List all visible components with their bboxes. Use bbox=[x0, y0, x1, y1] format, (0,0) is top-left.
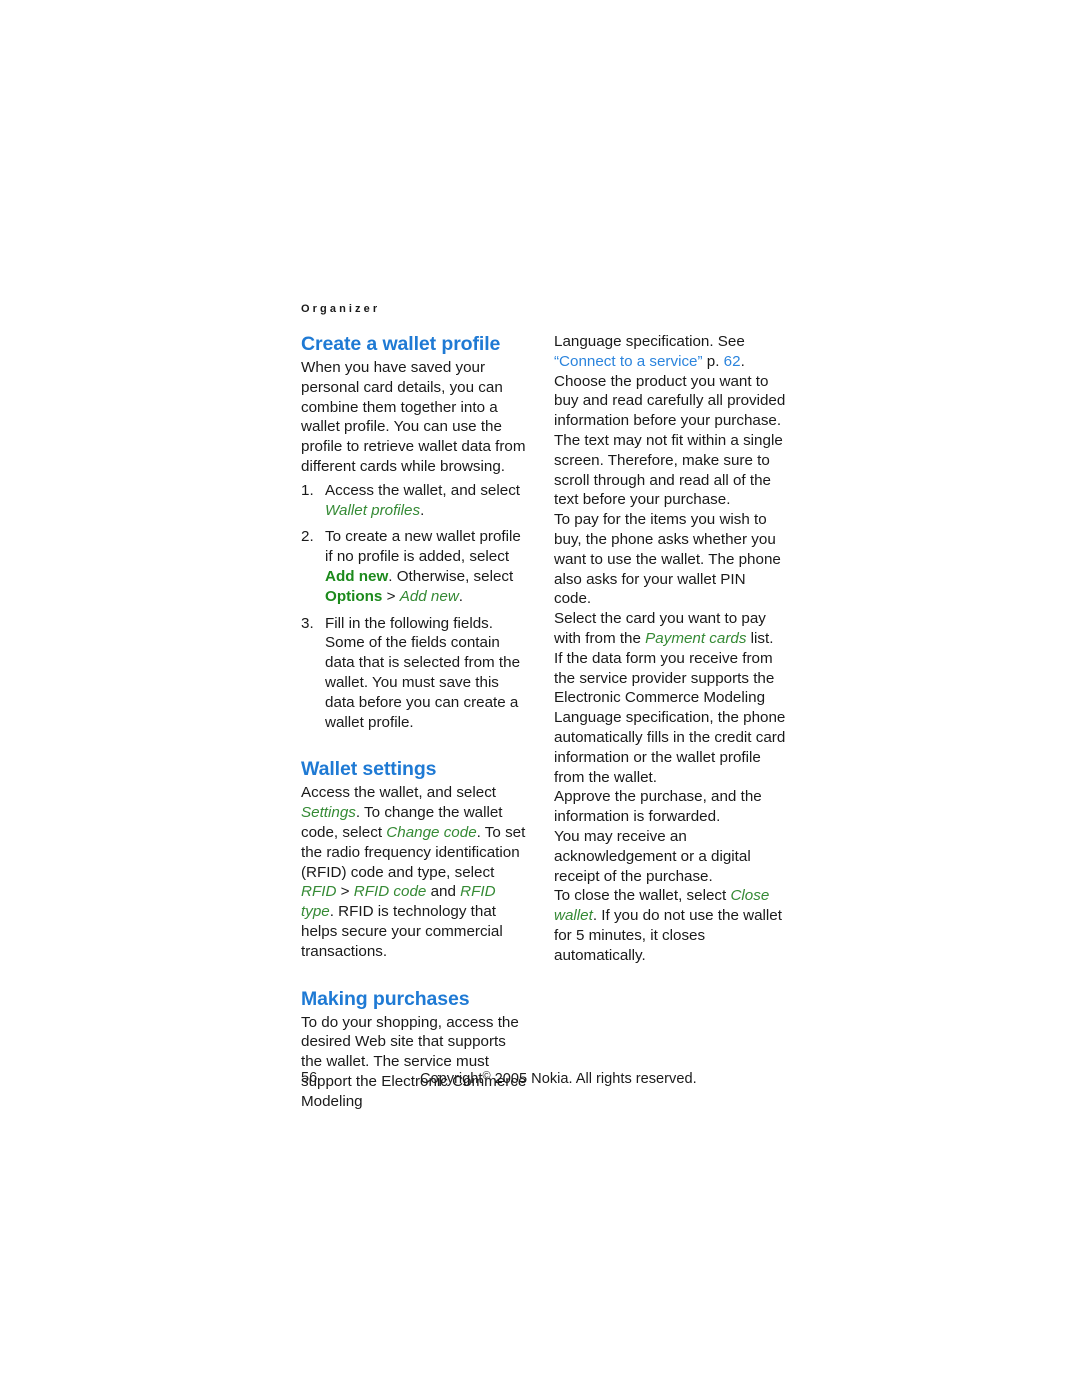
copyright-notice: Copyright© 2005 Nokia. All rights reserv… bbox=[420, 1070, 697, 1087]
right-column: Language specification. See “Connect to … bbox=[554, 332, 786, 966]
paragraph-wallet-settings: Access the wallet, and select Settings. … bbox=[301, 784, 526, 960]
inline-ui-italic: Payment cards bbox=[645, 629, 747, 647]
list-item: Fill in the following fields. Some of th… bbox=[301, 614, 521, 731]
paragraph-pay-for-items: To pay for the items you wish to buy, th… bbox=[554, 511, 781, 608]
paragraph-continuation-choose-product: Language specification. See “Connect to … bbox=[554, 333, 786, 509]
heading-making-purchases: Making purchases bbox=[301, 987, 470, 1010]
copyright-suffix: 2005 Nokia. All rights reserved. bbox=[494, 1071, 697, 1087]
steps-list: Access the wallet, and select Wallet pro… bbox=[301, 481, 529, 733]
inline-ui-italic: Change code bbox=[386, 823, 477, 841]
list-item: Access the wallet, and select Wallet pro… bbox=[301, 481, 521, 519]
inline-ui-bold: Options bbox=[325, 587, 383, 605]
inline-xref[interactable]: “Connect to a service” bbox=[554, 353, 703, 370]
list-item: To create a new wallet profile if no pro… bbox=[301, 527, 521, 605]
inline-ui-italic: RFID code bbox=[353, 883, 427, 901]
inline-ui-italic: Close wallet bbox=[554, 887, 770, 925]
heading-create-a-wallet-profile: Create a wallet profile bbox=[301, 333, 501, 355]
inline-ui-italic: RFID bbox=[301, 883, 337, 901]
running-head: Organizer bbox=[301, 303, 381, 315]
paragraph-making-purchases: To do your shopping, access the desired … bbox=[301, 1013, 527, 1110]
copyright-prefix: Copyright bbox=[420, 1071, 483, 1087]
inline-ui-italic: Wallet profiles bbox=[325, 501, 421, 519]
heading-wallet-settings: Wallet settings bbox=[301, 758, 437, 781]
page-number: 56 bbox=[301, 1070, 318, 1086]
paragraph-select-card: Select the card you want to pay with fro… bbox=[554, 610, 786, 786]
paragraph-close-wallet: To close the wallet, select Close wallet… bbox=[554, 887, 782, 964]
page-footer: 56 Copyright© 2005 Nokia. All rights res… bbox=[0, 1070, 1080, 1096]
left-column: Create a wallet profile When you have sa… bbox=[301, 332, 529, 1112]
inline-pagenum-ref[interactable]: 62 bbox=[724, 353, 741, 370]
inline-ui-italic: Add new bbox=[399, 587, 459, 605]
inline-ui-bold: Add new bbox=[325, 567, 389, 585]
paragraph-approve-purchase: Approve the purchase, and the informatio… bbox=[554, 788, 762, 826]
paragraph-wallet-profile-intro: When you have saved your personal card d… bbox=[301, 359, 526, 475]
paragraph-receipt: You may receive an acknowledgement or a … bbox=[554, 827, 751, 885]
manual-page: Organizer Create a wallet profile When y… bbox=[0, 0, 1080, 1397]
copyright-symbol: © bbox=[482, 1070, 491, 1082]
inline-ui-italic: Settings bbox=[301, 804, 356, 822]
